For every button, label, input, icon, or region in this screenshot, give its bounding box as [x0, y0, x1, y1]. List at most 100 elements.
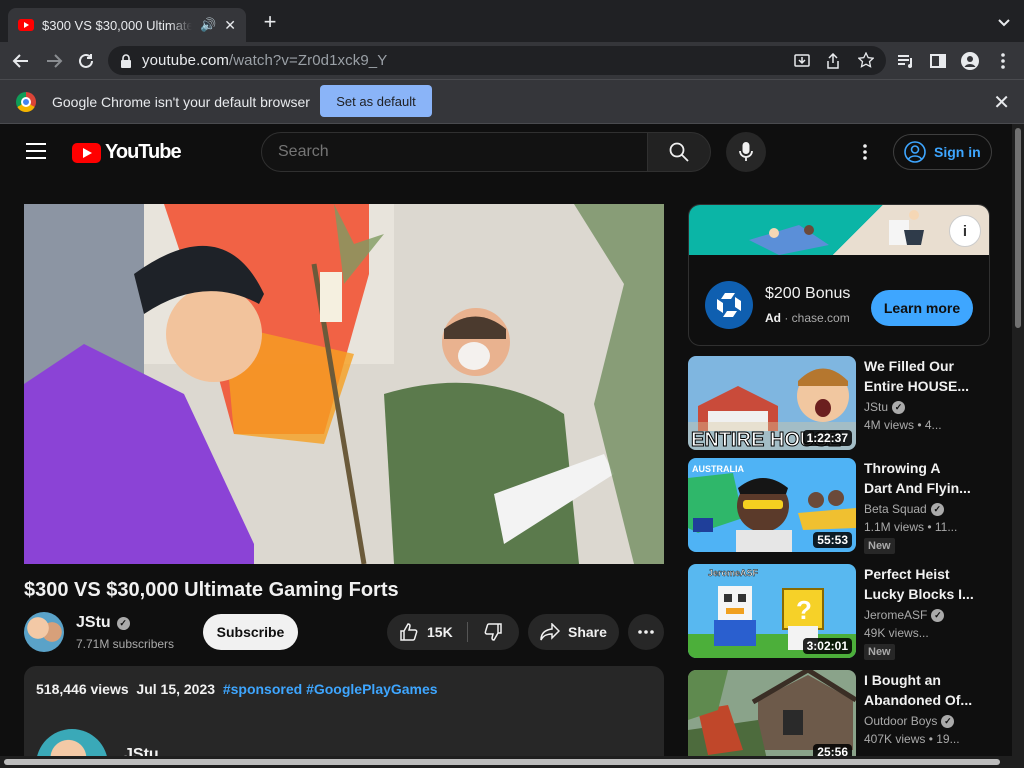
recommendation-title[interactable]: We Filled Our Entire HOUSE... — [864, 356, 982, 396]
tab-title: $300 VS $30,000 Ultimate Gaming Forts — [42, 17, 192, 33]
search-button[interactable] — [647, 132, 711, 172]
infobar-message: Google Chrome isn't your default browser — [52, 94, 310, 110]
learn-more-button[interactable]: Learn more — [871, 290, 973, 326]
browser-tab[interactable]: $300 VS $30,000 Ultimate Gaming Forts 🔊 … — [8, 8, 246, 42]
video-title: $300 VS $30,000 Ultimate Gaming Forts — [24, 579, 399, 601]
vertical-scrollbar[interactable] — [1012, 124, 1024, 756]
subscriber-count: 7.71M subscribers — [76, 637, 175, 651]
svg-text:?: ? — [796, 595, 812, 625]
channel-name[interactable]: JStu — [76, 614, 111, 632]
ad-info-icon[interactable]: i — [949, 215, 981, 247]
tab-strip: $300 VS $30,000 Ultimate Gaming Forts 🔊 … — [0, 0, 1024, 42]
hashtag-link[interactable]: #GooglePlayGames — [306, 681, 438, 697]
new-tab-button[interactable]: + — [258, 10, 282, 34]
install-app-icon[interactable] — [794, 53, 810, 69]
share-label: Share — [568, 624, 607, 640]
recommendation-item[interactable]: ENTIRE HOUSE 1:22:37 We Filled Our Entire… — [688, 356, 990, 452]
recommendation-channel[interactable]: JeromeASF ✓ — [864, 608, 945, 622]
back-button[interactable] — [8, 48, 34, 74]
scrollbar-thumb[interactable] — [1015, 128, 1021, 328]
chase-logo[interactable] — [705, 281, 753, 329]
reload-button[interactable] — [73, 48, 99, 74]
share-button[interactable]: Share — [528, 614, 619, 650]
recommendation-title[interactable]: Throwing A Dart And Flyin... — [864, 458, 982, 498]
recommendation-title[interactable]: Perfect Heist Lucky Blocks I... — [864, 564, 982, 604]
recommendation-channel[interactable]: Outdoor Boys ✓ — [864, 714, 955, 728]
search-input[interactable] — [261, 132, 648, 172]
default-browser-infobar: Google Chrome isn't your default browser… — [0, 79, 1024, 124]
close-tab-icon[interactable]: ✕ — [224, 17, 236, 34]
ad-banner-image[interactable]: i — [689, 205, 989, 255]
like-button[interactable]: 15K — [387, 614, 467, 650]
address-bar[interactable]: youtube.com/watch?v=Zr0d1xck9_Y — [108, 46, 886, 75]
description-channel-avatar[interactable] — [36, 729, 108, 756]
dislike-button[interactable] — [471, 614, 515, 650]
recommendation-channel[interactable]: JStu ✓ — [864, 400, 906, 414]
chrome-logo-icon — [16, 92, 36, 112]
chevron-down-icon[interactable] — [996, 14, 1012, 30]
channel-avatar[interactable] — [24, 612, 64, 652]
ad-title[interactable]: $200 Bonus — [765, 285, 850, 303]
description-channel-name[interactable]: JStu — [124, 746, 159, 756]
account-icon — [904, 141, 926, 163]
speaker-icon[interactable]: 🔊 — [200, 17, 216, 33]
description-meta: 518,446 views Jul 15, 2023 #sponsored #G… — [36, 681, 438, 697]
new-badge: New — [864, 538, 895, 554]
recommendation-item[interactable]: AUSTRALIA 55:53 Throwing A Dart And Flyin… — [688, 458, 990, 554]
video-player[interactable] — [24, 204, 664, 564]
upload-date: Jul 15, 2023 — [136, 681, 216, 697]
voice-search-button[interactable] — [726, 132, 766, 172]
verified-check-icon: ✓ — [116, 616, 130, 630]
ad-illustration — [749, 210, 924, 255]
like-dislike-group: 15K — [387, 614, 519, 650]
hashtag-link[interactable]: #sponsored — [223, 681, 302, 697]
video-thumbnail[interactable]: AUSTRALIA 55:53 — [688, 458, 856, 552]
sponsored-ad-card[interactable]: i $200 Bonus Ad · chase.com Learn more — [688, 204, 990, 346]
recommendation-stats: 407K views • 19... — [864, 732, 960, 746]
horizontal-dots-icon — [638, 630, 654, 634]
lock-icon[interactable] — [120, 53, 132, 68]
recommendation-item[interactable]: 25:56 I Bought an Abandoned Of... Outdoor… — [688, 670, 990, 756]
media-controls-button[interactable] — [893, 48, 919, 74]
subscribe-button[interactable]: Subscribe — [203, 614, 298, 650]
video-thumbnail[interactable]: ENTIRE HOUSE 1:22:37 — [688, 356, 856, 450]
channel-name-row[interactable]: JStu ✓ — [76, 614, 130, 632]
recommendation-stats: 4M views • 4... — [864, 418, 942, 432]
sign-in-label: Sign in — [934, 144, 981, 160]
sign-in-button[interactable]: Sign in — [893, 134, 992, 170]
more-actions-button[interactable] — [628, 614, 664, 650]
description-box[interactable]: 518,446 views Jul 15, 2023 #sponsored #G… — [24, 666, 664, 756]
scrollbar-thumb[interactable] — [4, 759, 1000, 765]
search-icon — [669, 142, 689, 162]
forward-button[interactable] — [41, 48, 67, 74]
thumbs-up-icon — [400, 623, 418, 641]
verified-check-icon: ✓ — [892, 400, 906, 414]
chrome-menu-button[interactable] — [990, 48, 1016, 74]
recommendation-title[interactable]: I Bought an Abandoned Of... — [864, 670, 982, 710]
view-count: 518,446 views — [36, 681, 129, 697]
video-duration: 1:22:37 — [802, 430, 852, 446]
set-default-button[interactable]: Set as default — [320, 85, 432, 117]
forward-arrow-icon — [47, 54, 63, 68]
youtube-logo[interactable]: YouTube — [72, 141, 182, 164]
chase-octagon-icon — [717, 293, 741, 317]
recommendation-item[interactable]: ? JeromeASF 3:02:01 Perfect Heist Lucky B… — [688, 564, 990, 660]
bookmark-star-icon[interactable] — [858, 52, 874, 68]
guide-menu-icon[interactable] — [26, 143, 46, 159]
recommendation-channel[interactable]: Beta Squad ✓ — [864, 502, 944, 516]
thumbs-down-icon — [484, 623, 502, 641]
youtube-wordmark: YouTube — [105, 141, 182, 163]
like-divider — [467, 622, 468, 642]
youtube-play-icon — [72, 142, 101, 163]
vertical-dots-icon — [1001, 53, 1005, 69]
video-duration: 55:53 — [813, 532, 852, 548]
profile-button[interactable] — [957, 48, 983, 74]
video-thumbnail[interactable]: ? JeromeASF 3:02:01 — [688, 564, 856, 658]
side-panel-button[interactable] — [925, 48, 951, 74]
url-text: youtube.com/watch?v=Zr0d1xck9_Y — [142, 52, 388, 69]
horizontal-scrollbar[interactable] — [0, 756, 1024, 768]
share-page-icon[interactable] — [826, 53, 840, 69]
settings-menu-button[interactable] — [855, 140, 875, 164]
video-thumbnail[interactable]: 25:56 — [688, 670, 856, 756]
close-infobar-icon[interactable]: ✕ — [993, 90, 1010, 115]
